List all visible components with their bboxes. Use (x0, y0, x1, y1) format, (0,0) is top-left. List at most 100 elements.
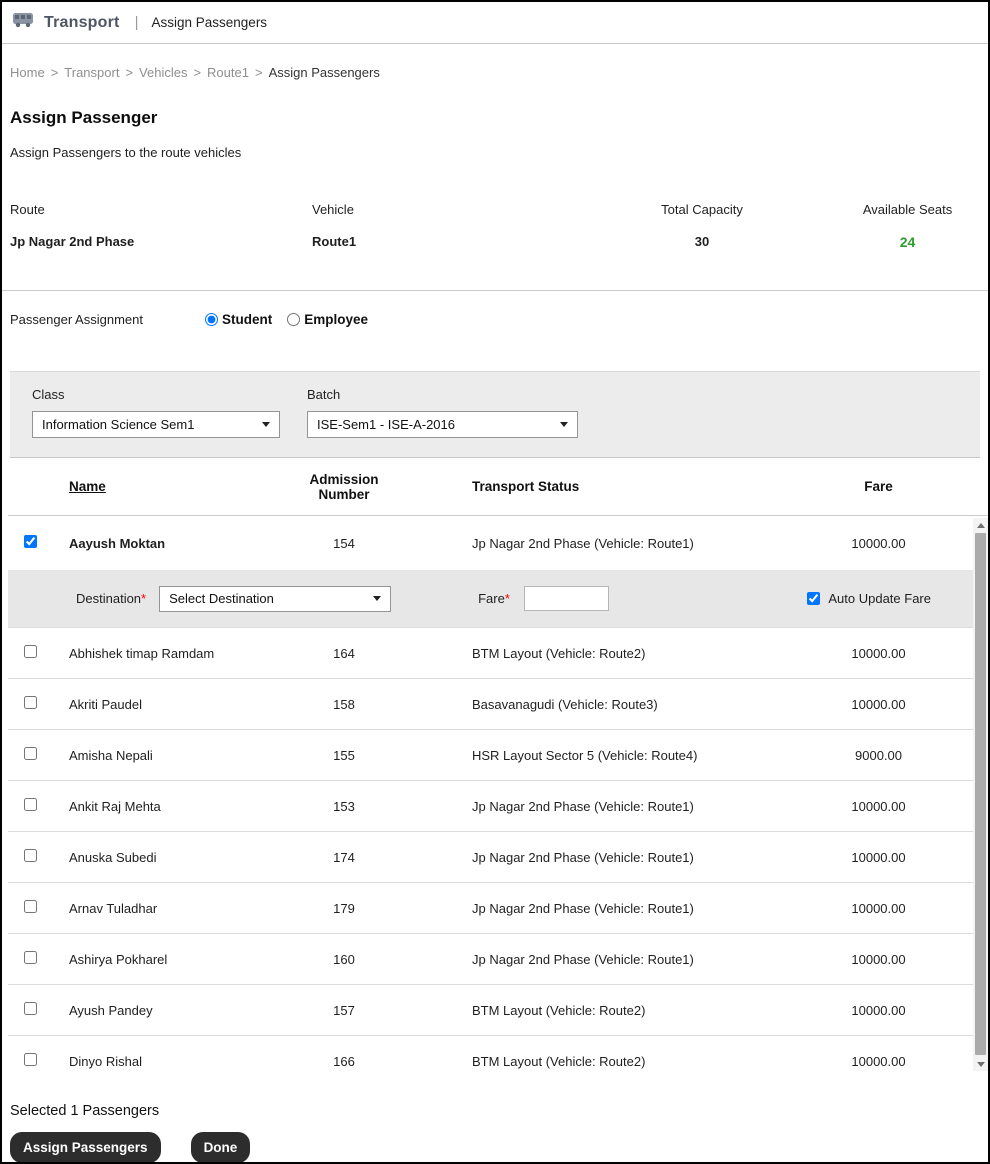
breadcrumb-link[interactable]: Vehicles (139, 65, 187, 80)
assignment-type-radios: Student Employee (205, 312, 368, 327)
breadcrumb-separator: > (125, 65, 133, 80)
radio-label: Employee (304, 312, 368, 327)
scroll-down-arrow-icon[interactable] (973, 1057, 988, 1071)
breadcrumb-separator: > (193, 65, 201, 80)
passenger-name: Amisha Nepali (69, 748, 294, 763)
footer-buttons: Assign Passengers Done (10, 1132, 980, 1163)
page-title: Assign Passenger (10, 108, 980, 128)
route-info-value: 30 (569, 234, 835, 250)
admission-number: 155 (294, 748, 394, 763)
route-info-label: Total Capacity (569, 202, 835, 217)
passenger-row: Akriti Paudel 158 Basavanagudi (Vehicle:… (8, 679, 973, 730)
passenger-row: Ankit Raj Mehta 153 Jp Nagar 2nd Phase (… (8, 781, 973, 832)
fare-input[interactable] (524, 586, 609, 611)
assignment-radio-employee[interactable]: Employee (287, 312, 368, 327)
radio-label: Student (222, 312, 272, 327)
transport-status: Jp Nagar 2nd Phase (Vehicle: Route1) (394, 536, 784, 551)
row-select-checkbox[interactable] (24, 849, 37, 862)
top-bar: Transport | Assign Passengers (2, 2, 988, 44)
row-select-checkbox[interactable] (24, 645, 37, 658)
table-scrollbar[interactable] (973, 518, 988, 1071)
admission-number: 157 (294, 1003, 394, 1018)
route-info-value: 24 (835, 234, 980, 250)
auto-update-checkbox[interactable] (807, 592, 820, 605)
passenger-name: Ashirya Pokharel (69, 952, 294, 967)
passenger-row: Amisha Nepali 155 HSR Layout Sector 5 (V… (8, 730, 973, 781)
class-select[interactable]: Information Science Sem1 (32, 411, 280, 438)
passenger-row: Aayush Moktan 154 Jp Nagar 2nd Phase (Ve… (8, 516, 973, 570)
app-title: Transport (44, 14, 120, 32)
fare-value: 10000.00 (784, 697, 973, 712)
required-asterisk: * (141, 591, 146, 606)
scroll-up-arrow-icon[interactable] (973, 518, 988, 532)
fare-value: 10000.00 (784, 799, 973, 814)
row-select-checkbox[interactable] (24, 1002, 37, 1015)
batch-select-value: ISE-Sem1 - ISE-A-2016 (317, 417, 455, 432)
assign-passengers-page: Transport | Assign Passengers Home > Trans… (0, 0, 990, 1164)
transport-status: Jp Nagar 2nd Phase (Vehicle: Route1) (394, 850, 784, 865)
admission-number: 160 (294, 952, 394, 967)
admission-number: 164 (294, 646, 394, 661)
route-info-value: Route1 (312, 234, 569, 250)
route-info-label: Vehicle (312, 202, 569, 217)
class-label: Class (32, 387, 307, 402)
batch-select[interactable]: ISE-Sem1 - ISE-A-2016 (307, 411, 578, 438)
passenger-row: Anuska Subedi 174 Jp Nagar 2nd Phase (Ve… (8, 832, 973, 883)
transport-status: Basavanagudi (Vehicle: Route3) (394, 697, 784, 712)
breadcrumb-link[interactable]: Route1 (207, 65, 249, 80)
fare-value: 10000.00 (784, 1054, 973, 1069)
radio-button[interactable] (287, 313, 300, 326)
destination-label: Destination* (76, 591, 146, 606)
scrollbar-thumb[interactable] (975, 533, 986, 1055)
radio-button[interactable] (205, 313, 218, 326)
route-info-value: Jp Nagar 2nd Phase (10, 234, 312, 250)
filter-panel: Class Information Science Sem1 Batch ISE… (10, 371, 980, 458)
row-select-checkbox[interactable] (24, 900, 37, 913)
route-info-label: Route (10, 202, 312, 217)
assignment-radio-student[interactable]: Student (205, 312, 272, 327)
passenger-table: Name Admission Number Transport Status F… (8, 458, 988, 1071)
route-info-values: Jp Nagar 2nd PhaseRoute13024 (10, 234, 980, 250)
admission-number: 174 (294, 850, 394, 865)
passenger-name: Abhishek timap Ramdam (69, 646, 294, 661)
assign-passengers-button[interactable]: Assign Passengers (10, 1132, 161, 1163)
destination-select[interactable]: Select Destination (159, 586, 391, 612)
passenger-row: Arnav Tuladhar 179 Jp Nagar 2nd Phase (V… (8, 883, 973, 934)
title-separator: | (135, 14, 139, 31)
required-asterisk: * (505, 591, 510, 606)
transport-status: HSR Layout Sector 5 (Vehicle: Route4) (394, 748, 784, 763)
fare-value: 10000.00 (784, 646, 973, 661)
breadcrumb-link[interactable]: Home (10, 65, 45, 80)
selected-count-text: Selected 1 Passengers (10, 1103, 980, 1119)
page-subtitle: Assign Passengers to the route vehicles (10, 145, 980, 160)
passenger-name: Aayush Moktan (69, 536, 294, 551)
row-select-checkbox[interactable] (24, 696, 37, 709)
fare-label: Fare* (478, 591, 510, 606)
row-select-checkbox[interactable] (24, 1053, 37, 1066)
passenger-name: Arnav Tuladhar (69, 901, 294, 916)
passenger-assignment-label: Passenger Assignment (10, 312, 143, 327)
fare-value: 10000.00 (784, 901, 973, 916)
row-select-checkbox[interactable] (24, 798, 37, 811)
route-info-label: Available Seats (835, 202, 980, 217)
passenger-name: Akriti Paudel (69, 697, 294, 712)
row-select-checkbox[interactable] (24, 747, 37, 760)
topbar-page-name: Assign Passengers (152, 15, 268, 30)
breadcrumb-links: Home > Transport > Vehicles > Route1 > (10, 65, 269, 80)
passenger-row: Abhishek timap Ramdam 164 BTM Layout (Ve… (8, 628, 973, 679)
breadcrumb-separator: > (255, 65, 263, 80)
auto-update-label: Auto Update Fare (828, 591, 931, 606)
row-select-checkbox[interactable] (24, 535, 37, 548)
breadcrumb-link[interactable]: Transport (64, 65, 119, 80)
breadcrumb: Home > Transport > Vehicles > Route1 > Assign Pa… (10, 65, 980, 80)
breadcrumb-separator: > (51, 65, 59, 80)
fare-value: 10000.00 (784, 850, 973, 865)
passenger-rows: Aayush Moktan 154 Jp Nagar 2nd Phase (Ve… (8, 516, 973, 1071)
passenger-row: Ashirya Pokharel 160 Jp Nagar 2nd Phase … (8, 934, 973, 985)
column-header-name[interactable]: Name (69, 479, 294, 494)
route-info-labels: RouteVehicleTotal CapacityAvailable Seat… (10, 202, 980, 217)
done-button[interactable]: Done (191, 1132, 251, 1163)
row-select-checkbox[interactable] (24, 951, 37, 964)
fare-value: 9000.00 (784, 748, 973, 763)
breadcrumb-current: Assign Passengers (269, 65, 380, 80)
